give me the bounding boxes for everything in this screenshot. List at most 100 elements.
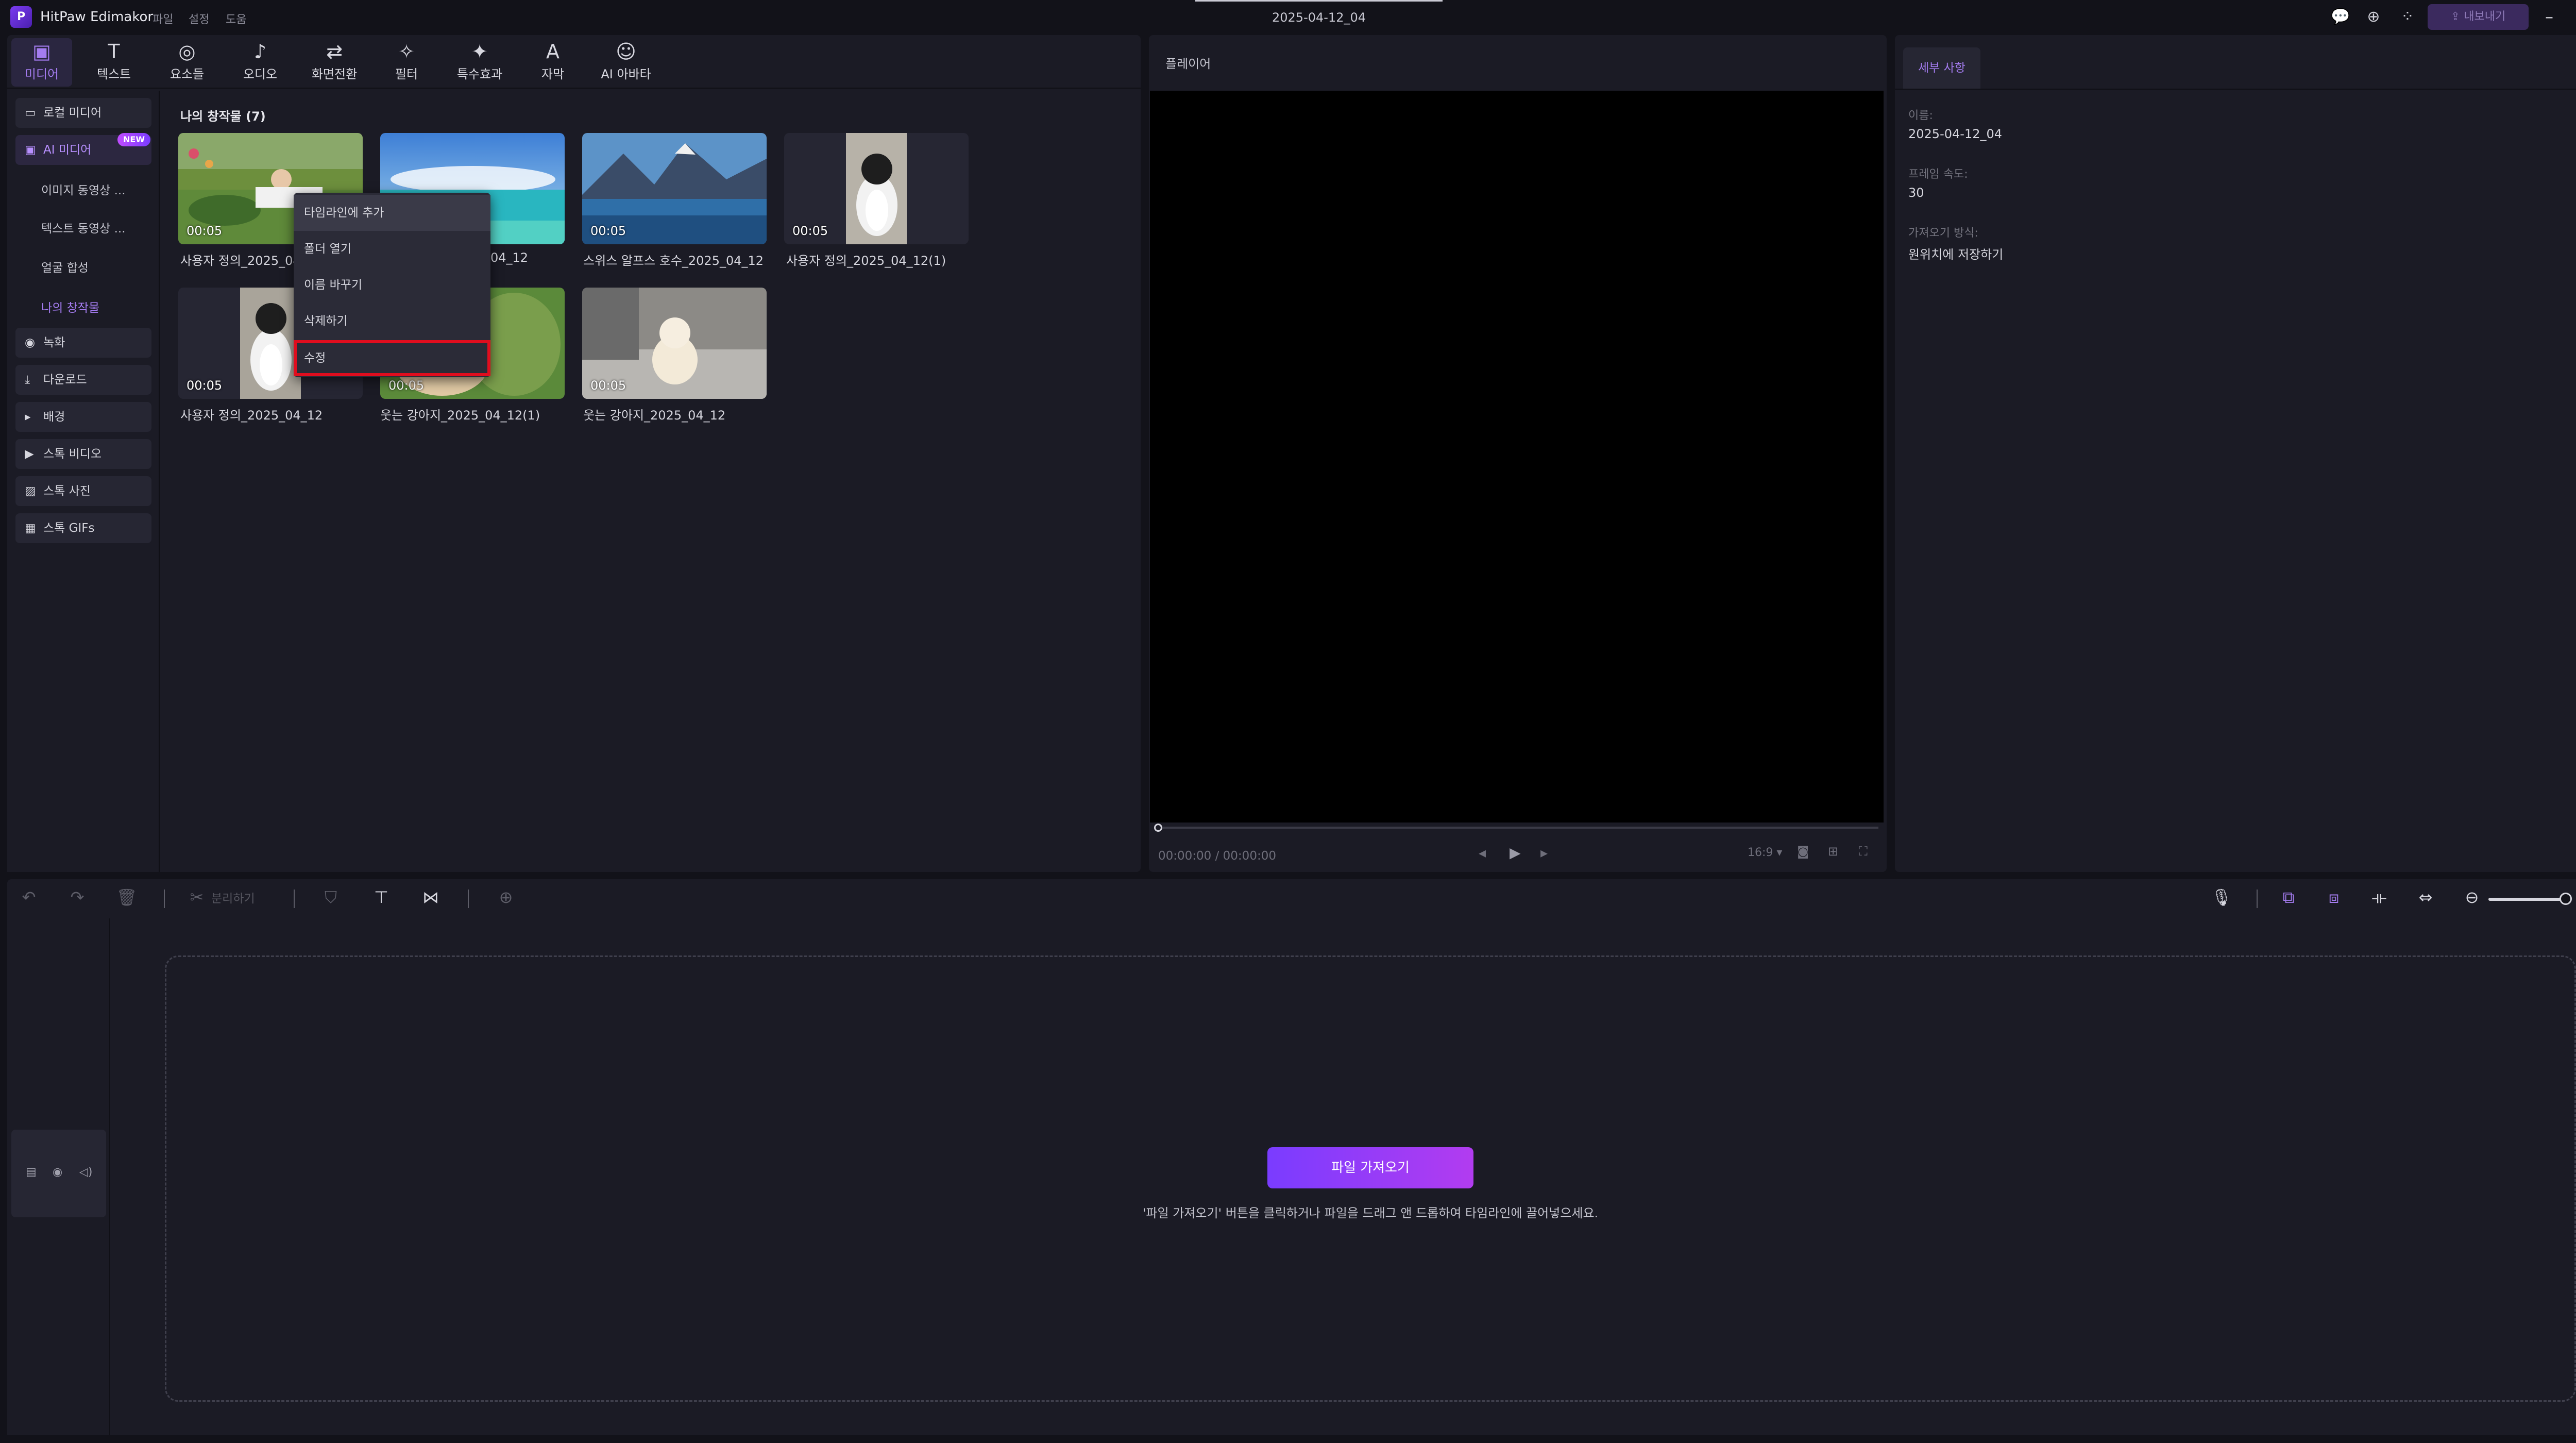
tab-media[interactable]: ▣ 미디어 [8, 39, 75, 82]
tab-label: 요소들 [170, 67, 205, 81]
tab-elements[interactable]: ◎ 요소들 [154, 39, 221, 82]
fit-icon[interactable]: ⇔ [2414, 887, 2437, 907]
player-preview[interactable] [1150, 91, 1884, 823]
import-file-button[interactable]: 파일 가져오기 [1267, 1147, 1473, 1188]
transition-icon: ⇄ [326, 40, 343, 63]
toolbar-separator [164, 890, 165, 908]
zoom-out-icon[interactable]: ⊖ [2461, 887, 2483, 907]
cut-tool-icon[interactable]: ⋈ [419, 887, 442, 907]
duration-badge: 00:05 [590, 224, 626, 238]
microphone-icon[interactable]: 🎙 [2210, 887, 2233, 907]
split-label[interactable]: 분리하기 [211, 888, 255, 906]
subtitle-icon: A [546, 40, 560, 63]
next-frame-icon[interactable]: ▸ [1540, 844, 1548, 861]
download-icon[interactable]: ⊕ [2364, 7, 2383, 27]
sidebar-subitem-image-video[interactable]: 이미지 동영상 ... [41, 180, 126, 198]
avatar-icon: ☺ [616, 40, 636, 63]
tab-label: 자막 [541, 67, 565, 81]
details-panel [1895, 35, 2576, 872]
tab-label: 미디어 [24, 67, 59, 81]
sidebar-item-record[interactable]: ◉ 녹화 [15, 328, 151, 358]
detail-import-value: 원위치에 저장하기 [1908, 247, 2004, 262]
tab-ai-avatar[interactable]: ☺ AI 아바타 [592, 39, 659, 82]
redo-icon[interactable]: ↷ [66, 887, 89, 907]
link-icon[interactable]: ⧉ [2277, 887, 2300, 908]
audio-icon: ♪ [253, 40, 267, 63]
media-label: 04_12 [490, 250, 529, 265]
tab-transition[interactable]: ⇄ 화면전환 [301, 39, 368, 82]
player-scrubber[interactable] [1157, 827, 1878, 829]
sidebar-item-stock-gifs[interactable]: ▦ 스톡 GIFs [15, 513, 151, 543]
add-track-icon[interactable]: ⊕ [495, 887, 517, 907]
snap-icon[interactable]: ⧈ [2323, 887, 2345, 908]
eye-icon[interactable]: ◉ [53, 1166, 62, 1179]
shield-icon[interactable]: ⛉ [319, 887, 342, 908]
menu-file[interactable]: 파일 [152, 10, 173, 27]
drop-hint: '파일 가져오기' 버튼을 클릭하거나 파일을 드래그 앤 드롭하여 타임라인에… [1142, 1206, 1599, 1220]
export-button[interactable]: ⇪ 내보내기 [2428, 4, 2529, 30]
tab-label: 필터 [395, 67, 418, 81]
speaker-icon[interactable]: ◁) [79, 1166, 93, 1179]
feedback-icon[interactable]: 💬 [2331, 7, 2350, 27]
split-track-icon[interactable]: ⟛ [2368, 887, 2391, 908]
sidebar-item-stock-photo[interactable]: ▨ 스톡 사진 [15, 476, 151, 506]
restore-icon[interactable]: ❐ [2574, 6, 2576, 27]
player-time: 00:00:00 / 00:00:00 [1158, 849, 1276, 863]
duration-badge: 00:05 [187, 378, 223, 393]
effects-icon: ✦ [471, 40, 488, 63]
sidebar-item-stock-video[interactable]: ▶ 스톡 비디오 [15, 439, 151, 469]
sidebar-item-label: AI 미디어 [43, 143, 92, 157]
menu-help[interactable]: 도움 [226, 10, 246, 27]
aspect-ratio-select[interactable]: 16:9 ▾ [1748, 846, 1782, 859]
media-thumbnail-smiling-dog[interactable]: 00:05 [582, 288, 767, 399]
sidebar-subitem-my-creations[interactable]: 나의 창작물 [41, 298, 99, 315]
delete-icon[interactable]: 🗑 [115, 887, 138, 907]
snapshot-icon[interactable]: ◙ [1797, 844, 1809, 859]
tab-audio[interactable]: ♪ 오디오 [227, 39, 294, 82]
previous-frame-icon[interactable]: ◂ [1479, 844, 1486, 861]
sidebar-item-download[interactable]: ⤓ 다운로드 [15, 365, 151, 395]
tab-details[interactable]: 세부 사항 [1903, 47, 1980, 89]
tab-filter[interactable]: ✧ 필터 [373, 39, 440, 82]
sidebar-item-background[interactable]: ▸ 배경 [15, 402, 151, 432]
image-icon: ▨ [25, 484, 36, 498]
menu-item-add-to-timeline[interactable]: 타임라인에 추가 [294, 195, 490, 231]
media-label: 사용자 정의_2025_04 [180, 254, 301, 268]
section-title: 나의 창작물 (7) [180, 109, 266, 124]
text-box-icon[interactable]: ⊤ [370, 887, 393, 907]
quality-icon[interactable]: ⊞ [1828, 844, 1838, 859]
document-title: 2025-04-12_04 [1272, 10, 1366, 25]
sidebar-subitem-face-swap[interactable]: 얼굴 합성 [41, 258, 89, 275]
toolbar-separator [468, 890, 469, 908]
detail-fps-label: 프레임 속도: [1908, 168, 1968, 181]
tab-text[interactable]: T 텍스트 [80, 39, 147, 82]
menu-item-rename[interactable]: 이름 바꾸기 [294, 267, 490, 303]
menu-settings[interactable]: 설정 [189, 10, 209, 27]
detail-name-value: 2025-04-12_04 [1908, 127, 2003, 141]
lock-icon[interactable]: ▤ [26, 1166, 37, 1179]
menu-item-delete[interactable]: 삭제하기 [294, 303, 490, 339]
tab-effects[interactable]: ✦ 특수효과 [446, 39, 513, 82]
undo-icon[interactable]: ↶ [18, 887, 40, 907]
tab-label: 화면전환 [311, 67, 358, 81]
tab-subtitle[interactable]: A 자막 [519, 39, 586, 82]
duration-badge: 00:05 [792, 224, 828, 238]
play-icon[interactable]: ▶ [1510, 844, 1521, 861]
scrubber-handle[interactable] [1154, 824, 1162, 832]
scissors-icon[interactable]: ✂ [185, 887, 208, 907]
sidebar-item-local-media[interactable]: ▭ 로컬 미디어 [15, 98, 151, 128]
menu-item-open-folder[interactable]: 폴더 열기 [294, 231, 490, 267]
fullscreen-icon[interactable]: ⛶ [1859, 844, 1868, 859]
media-thumbnail-alps-lake[interactable]: 00:05 [582, 133, 767, 244]
media-label: 웃는 강아지_2025_04_12 [583, 408, 726, 423]
zoom-slider-handle[interactable] [2560, 893, 2572, 905]
sidebar-subitem-text-video[interactable]: 텍스트 동영상 ... [41, 219, 126, 236]
tab-label: 특수효과 [456, 67, 503, 81]
media-thumbnail-custom-cat-1[interactable]: 00:05 [784, 133, 969, 244]
zoom-slider[interactable] [2488, 898, 2564, 901]
play-icon: ▶ [25, 447, 34, 461]
minimize-icon[interactable]: – [2539, 6, 2560, 27]
app-logo-icon: P [10, 6, 32, 28]
apps-grid-icon[interactable]: ⁘ [2398, 7, 2417, 27]
edit-item-highlight [294, 340, 490, 376]
